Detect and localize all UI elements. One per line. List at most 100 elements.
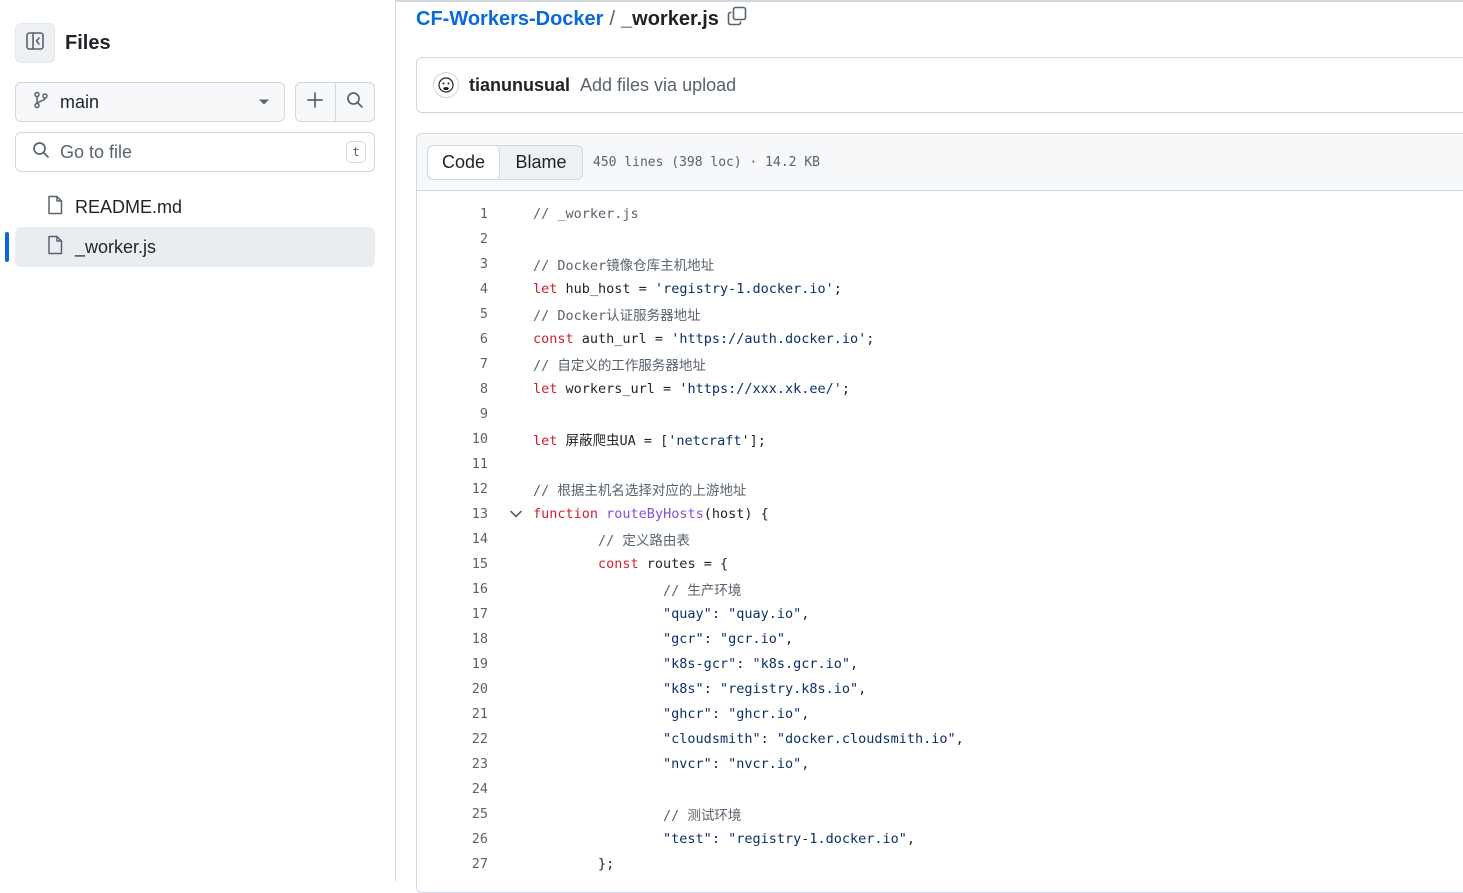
- breadcrumb-repo-link[interactable]: CF-Workers-Docker: [416, 8, 603, 31]
- line-number[interactable]: 26: [417, 831, 488, 847]
- line-number[interactable]: 27: [417, 856, 488, 872]
- line-number[interactable]: 6: [417, 331, 488, 347]
- line-number[interactable]: 16: [417, 581, 488, 597]
- branch-selector[interactable]: main: [15, 82, 285, 122]
- code-line: 20 "k8s": "registry.k8s.io",: [417, 676, 1463, 701]
- code-token: // 自定义的工作服务器地址: [533, 357, 706, 374]
- code-token: hub_host =: [557, 280, 655, 297]
- code-token: 'https://xxx.xk.ee/': [679, 380, 842, 397]
- code-token: :: [711, 705, 729, 722]
- code-tab[interactable]: Code: [428, 145, 500, 179]
- line-number[interactable]: 22: [417, 731, 488, 747]
- code-token: ;: [841, 380, 851, 397]
- line-number[interactable]: 2: [417, 231, 488, 247]
- line-number[interactable]: 25: [417, 806, 488, 822]
- code-token: "ghcr": [663, 705, 712, 722]
- line-number[interactable]: 20: [417, 681, 488, 697]
- code-token: "quay": [663, 605, 712, 622]
- caret-down-icon: [258, 93, 270, 111]
- line-number[interactable]: 5: [417, 306, 488, 322]
- avatar[interactable]: [433, 72, 459, 98]
- collapse-sidebar-button[interactable]: [15, 23, 55, 63]
- code-token: ,: [858, 680, 867, 697]
- line-number[interactable]: 10: [417, 431, 488, 447]
- code-token: routes = {: [638, 555, 729, 572]
- code-token: ,: [801, 755, 810, 772]
- code-line: 11: [417, 451, 1463, 476]
- copy-icon: [727, 6, 747, 32]
- line-number[interactable]: 19: [417, 656, 488, 672]
- file-tree-item-readme[interactable]: README.md: [15, 187, 375, 227]
- code-line: 22 "cloudsmith": "docker.cloudsmith.io",: [417, 726, 1463, 751]
- code-token: let: [533, 280, 558, 297]
- commit-message-link[interactable]: Add files via upload: [580, 75, 736, 96]
- code-content: // Docker认证服务器地址: [533, 304, 701, 324]
- code-token: "quay.io": [728, 605, 802, 622]
- code-line: 25 // 测试环境: [417, 801, 1463, 826]
- code-content: "test": "registry-1.docker.io",: [533, 831, 915, 847]
- line-number[interactable]: 24: [417, 781, 488, 797]
- search-icon: [346, 91, 364, 114]
- code-content: // Docker镜像仓库主机地址: [533, 254, 714, 274]
- code-token: ,: [801, 605, 810, 622]
- code-line: 27 };: [417, 851, 1463, 876]
- line-number[interactable]: 9: [417, 406, 488, 422]
- code-line: 19 "k8s-gcr": "k8s.gcr.io",: [417, 651, 1463, 676]
- code-line: 12 // 根据主机名选择对应的上游地址: [417, 476, 1463, 501]
- code-content: // _worker.js: [533, 206, 639, 222]
- line-number[interactable]: 3: [417, 256, 488, 272]
- code-token: let: [533, 432, 558, 449]
- code-line: 7 // 自定义的工作服务器地址: [417, 351, 1463, 376]
- code-viewer-toolbar: Code Blame 450 lines (398 loc) · 14.2 KB: [417, 134, 1463, 191]
- fold-chevron-icon[interactable]: [488, 509, 533, 519]
- line-number[interactable]: 11: [417, 456, 488, 472]
- line-number[interactable]: 18: [417, 631, 488, 647]
- search-code-button[interactable]: [334, 83, 374, 121]
- line-number[interactable]: 17: [417, 606, 488, 622]
- blame-tab[interactable]: Blame: [500, 146, 582, 179]
- line-number[interactable]: 7: [417, 356, 488, 372]
- code-token: 'https://auth.docker.io': [671, 330, 867, 347]
- file-name: README.md: [75, 196, 183, 217]
- add-file-button[interactable]: [296, 83, 335, 121]
- code-token: :: [703, 680, 720, 697]
- line-number[interactable]: 4: [417, 281, 488, 297]
- code-token: "cloudsmith": [663, 730, 761, 747]
- code-token: "gcr.io": [719, 630, 785, 647]
- line-number[interactable]: 12: [417, 481, 488, 497]
- go-to-file-input[interactable]: Go to file t: [15, 132, 375, 172]
- code-token: "k8s.gcr.io": [752, 655, 851, 672]
- code-token: "registry.k8s.io": [719, 680, 859, 697]
- code-token: // 生产环境: [663, 582, 742, 599]
- plus-icon: [306, 91, 324, 114]
- code-token: "k8s": [663, 680, 704, 697]
- line-number[interactable]: 15: [417, 556, 488, 572]
- code-token: // 测试环境: [663, 807, 742, 824]
- file-tree-item-worker-js[interactable]: _worker.js: [15, 227, 375, 267]
- code-content: // 定义路由表: [533, 529, 690, 549]
- code-content: // 生产环境: [533, 579, 741, 599]
- code-content: const auth_url = 'https://auth.docker.io…: [533, 331, 874, 347]
- line-number[interactable]: 21: [417, 706, 488, 722]
- line-number[interactable]: 14: [417, 531, 488, 547]
- copy-path-button[interactable]: [727, 6, 747, 32]
- code-content: // 自定义的工作服务器地址: [533, 354, 706, 374]
- code-line: 23 "nvcr": "nvcr.io",: [417, 751, 1463, 776]
- code-token: :: [736, 655, 753, 672]
- commit-author-link[interactable]: tianunusual: [469, 75, 570, 96]
- line-number[interactable]: 8: [417, 381, 488, 397]
- sidebar-title: Files: [65, 31, 111, 54]
- line-number[interactable]: 23: [417, 756, 488, 772]
- code-token: // Docker认证服务器地址: [533, 307, 701, 324]
- line-number[interactable]: 1: [417, 206, 488, 222]
- line-number[interactable]: 13: [417, 506, 488, 522]
- branch-row: main: [15, 82, 375, 122]
- code-token: "nvcr.io": [728, 755, 802, 772]
- go-to-file-placeholder: Go to file: [60, 141, 133, 162]
